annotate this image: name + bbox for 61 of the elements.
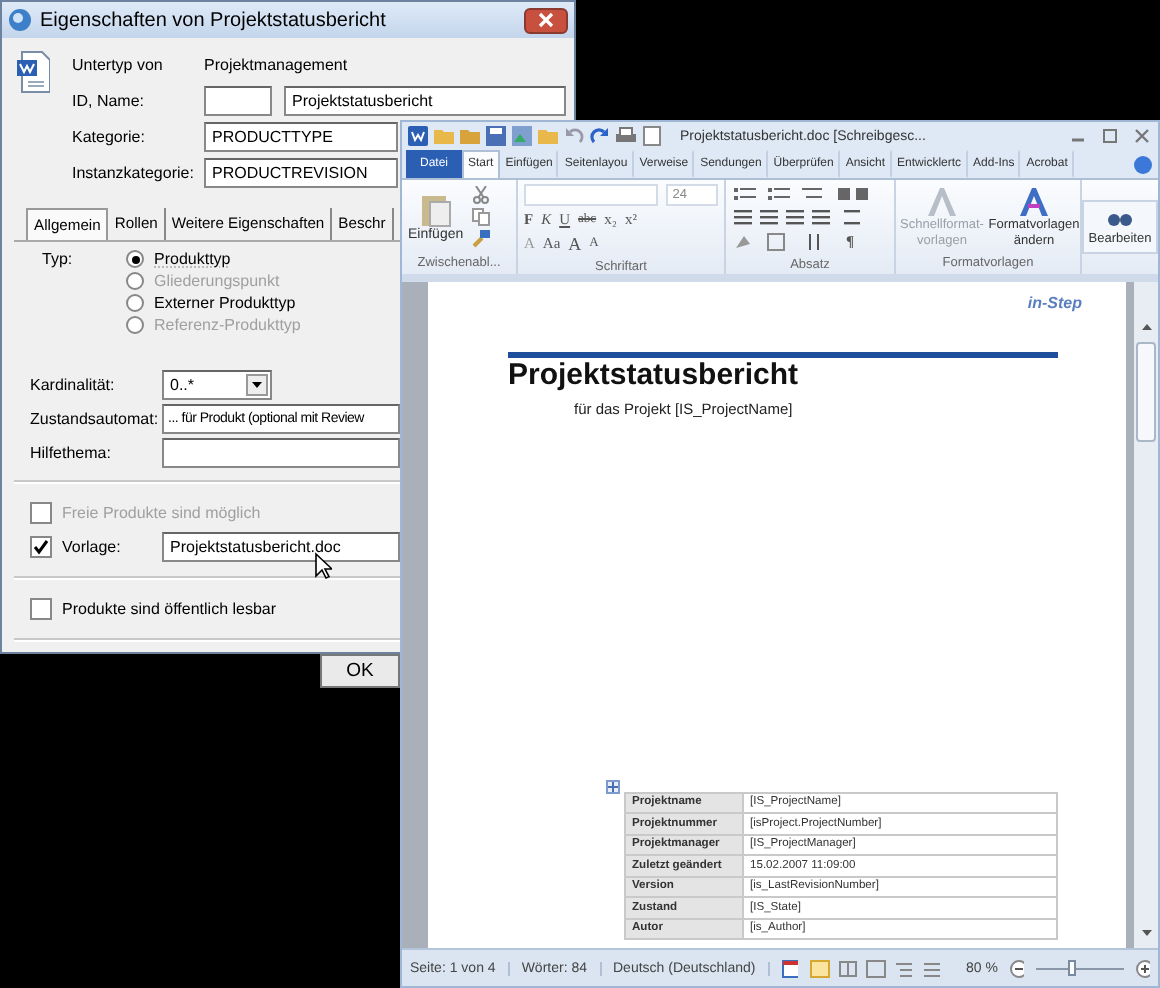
undo-icon[interactable] (564, 126, 584, 146)
move-handle-icon[interactable] (606, 779, 620, 793)
clipboard-icon (419, 192, 452, 228)
field-label: Kardinalität: (30, 374, 117, 398)
caret-icon (246, 374, 268, 396)
styles-icon (924, 186, 960, 218)
maximize-icon[interactable] (1100, 126, 1120, 146)
zoom-slider-thumb[interactable] (1067, 959, 1076, 975)
field-label: Zustandsautomat: (30, 408, 161, 432)
radio-button[interactable]: Produkttyp (126, 248, 301, 270)
checkbox[interactable]: Vorlage: (30, 534, 162, 560)
app-icon[interactable] (408, 126, 428, 146)
save-icon[interactable] (486, 126, 506, 146)
outline-icon[interactable] (894, 959, 914, 977)
input-field[interactable] (162, 438, 400, 468)
scroll-thumb[interactable] (1136, 342, 1156, 442)
input-field[interactable]: PRODUCTTYPE (204, 122, 398, 152)
radio-button[interactable]: Externer Produkttyp (126, 292, 301, 314)
name-field[interactable]: Projektstatusbericht (284, 86, 566, 116)
field-label: Instanzkategorie: (72, 162, 196, 186)
field-label: ID, Name: (72, 90, 147, 114)
app-icon (8, 8, 32, 32)
help-icon[interactable] (1134, 155, 1152, 173)
close-button[interactable] (524, 7, 568, 33)
brush-icon[interactable] (471, 230, 490, 248)
draft-icon[interactable] (922, 959, 942, 977)
close-icon[interactable] (1132, 126, 1152, 146)
field-label: Untertyp von (72, 54, 165, 78)
document-icon (16, 50, 50, 94)
book-icon[interactable] (838, 959, 858, 977)
calendar-icon[interactable] (781, 959, 798, 977)
zoom-out-icon[interactable] (1009, 959, 1025, 977)
window-title: Eigenschaften von Projektstatusbericht (40, 9, 386, 31)
close-icon (538, 12, 554, 28)
field-label: Hilfethema: (30, 442, 113, 466)
field-label: Typ: (42, 248, 75, 272)
zoom-in-icon[interactable] (1135, 959, 1151, 977)
subtype-value: Projektmanagement (204, 54, 350, 78)
web-layout-icon[interactable] (866, 959, 886, 977)
document-icon[interactable] (642, 126, 662, 146)
binoculars-icon (1107, 208, 1132, 228)
print-icon[interactable] (616, 126, 636, 146)
copy-icon[interactable] (471, 208, 490, 226)
ok-button[interactable]: OK (320, 654, 400, 688)
list-icons-drawing[interactable] (734, 184, 874, 204)
redo-icon[interactable] (590, 126, 610, 146)
styles-icon (1016, 186, 1052, 218)
id-field[interactable] (204, 86, 272, 116)
field-label: Kategorie: (72, 126, 147, 150)
check-icon (32, 538, 50, 556)
font-name-field[interactable] (524, 184, 659, 206)
input-field[interactable]: PRODUCTREVISION (204, 158, 398, 188)
dropdown[interactable]: 0..* (162, 370, 272, 400)
checkbox[interactable]: Produkte sind öffentlich lesbar (30, 596, 277, 622)
scrollbar[interactable] (1134, 282, 1158, 948)
format-button[interactable]: A (568, 234, 582, 254)
pointer-icon (314, 552, 332, 580)
document-heading: Projektstatusbericht (508, 358, 801, 394)
input-field[interactable]: Projektstatusbericht.doc (162, 532, 400, 562)
scissors-icon[interactable] (471, 186, 490, 204)
logo-text: in-Step (1027, 294, 1082, 312)
